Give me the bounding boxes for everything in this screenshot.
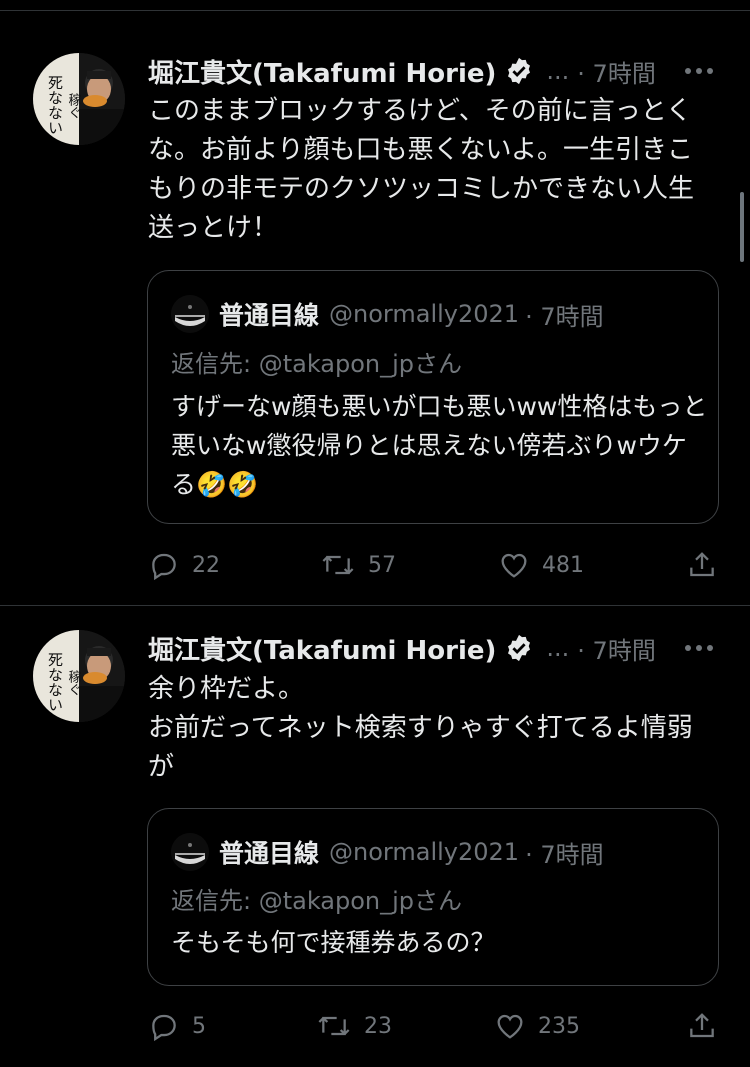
tweet-time[interactable]: · 7時間 bbox=[577, 54, 656, 89]
tweet-header: 堀江貴文(Takafumi Horie) ... · 7時間 bbox=[148, 53, 656, 89]
avatar[interactable]: 死なない 稼ぐ bbox=[33, 630, 125, 722]
quoted-tweet[interactable]: 普通目線 @normally2021 · 7時間 返信先: @takapon_j… bbox=[147, 270, 719, 524]
quote-time: · 7時間 bbox=[525, 840, 604, 869]
like-button[interactable]: 235 bbox=[494, 1006, 580, 1046]
heart-icon bbox=[497, 1014, 523, 1039]
reply-button[interactable]: 5 bbox=[148, 1006, 206, 1046]
quote-avatar[interactable] bbox=[171, 295, 209, 333]
reply-icon bbox=[152, 553, 176, 581]
handle-ellipsis: ... bbox=[546, 57, 570, 85]
reply-icon bbox=[152, 1014, 176, 1042]
quote-avatar-image bbox=[171, 295, 209, 333]
reply-count: 5 bbox=[192, 1013, 206, 1039]
like-button[interactable]: 481 bbox=[498, 545, 584, 585]
retweet-icon bbox=[318, 1016, 350, 1036]
retweet-count: 23 bbox=[364, 1013, 392, 1039]
quote-text: そもそも何で接種券あるの？ bbox=[171, 928, 496, 957]
more-options-icon[interactable] bbox=[684, 643, 714, 653]
reply-button[interactable]: 22 bbox=[148, 545, 220, 585]
svg-text:死なない: 死なない bbox=[46, 652, 64, 712]
svg-text:稼ぐ: 稼ぐ bbox=[66, 93, 82, 119]
quote-reply-to: 返信先: @takapon_jpさん bbox=[171, 350, 463, 378]
like-count: 235 bbox=[538, 1013, 580, 1039]
quote-handle: @normally2021 bbox=[329, 300, 520, 328]
tweet-actions: 5 23 235 bbox=[0, 1006, 750, 1046]
quote-avatar-image bbox=[171, 833, 209, 871]
quote-handle: @normally2021 bbox=[329, 838, 520, 866]
scrollbar[interactable] bbox=[740, 192, 744, 262]
share-icon bbox=[690, 1013, 714, 1038]
quote-author-name: 普通目線 bbox=[219, 301, 320, 330]
quoted-tweet[interactable]: 普通目線 @normally2021 · 7時間 返信先: @takapon_j… bbox=[147, 808, 719, 986]
share-icon bbox=[690, 552, 714, 577]
quote-header: 普通目線 @normally2021 · 7時間 bbox=[171, 833, 604, 871]
avatar-image: 死なない 稼ぐ bbox=[33, 53, 125, 145]
quote-text: すげーなw顔も悪いが口も悪いww性格はもっと悪いなw懲役帰りとは思えない傍若ぶり… bbox=[171, 392, 708, 499]
top-divider bbox=[0, 10, 750, 11]
handle-ellipsis: ... bbox=[546, 634, 570, 662]
share-button[interactable] bbox=[686, 1006, 718, 1046]
svg-text:死なない: 死なない bbox=[46, 75, 64, 135]
like-count: 481 bbox=[542, 552, 584, 578]
quote-author-name: 普通目線 bbox=[219, 839, 320, 868]
author-name[interactable]: 堀江貴文(Takafumi Horie) bbox=[148, 630, 496, 667]
tweet-header: 堀江貴文(Takafumi Horie) ... · 7時間 bbox=[148, 630, 656, 666]
verified-badge-icon bbox=[508, 57, 531, 85]
avatar-image: 死なない 稼ぐ bbox=[33, 630, 125, 722]
quote-header: 普通目線 @normally2021 · 7時間 bbox=[171, 295, 604, 333]
tweet-time[interactable]: · 7時間 bbox=[577, 631, 656, 666]
reply-count: 22 bbox=[192, 552, 220, 578]
tweet-text: このままブロックするけど、その前に言っとくな。お前より顔も口も悪くないよ。一生引… bbox=[148, 96, 695, 243]
share-button[interactable] bbox=[686, 545, 718, 585]
retweet-icon bbox=[322, 555, 354, 575]
svg-text:稼ぐ: 稼ぐ bbox=[66, 670, 82, 696]
tweet-text: 余り枠だよ。 お前だってネット検索すりゃすぐ打てるよ情弱が bbox=[148, 674, 693, 782]
more-options-icon[interactable] bbox=[684, 66, 714, 76]
retweet-button[interactable]: 57 bbox=[320, 545, 396, 585]
avatar[interactable]: 死なない 稼ぐ bbox=[33, 53, 125, 145]
verified-badge-icon bbox=[508, 634, 531, 662]
retweet-count: 57 bbox=[368, 552, 396, 578]
retweet-button[interactable]: 23 bbox=[316, 1006, 392, 1046]
tweet-divider bbox=[0, 605, 750, 606]
author-name[interactable]: 堀江貴文(Takafumi Horie) bbox=[148, 53, 496, 90]
quote-time: · 7時間 bbox=[525, 302, 604, 331]
quote-reply-to: 返信先: @takapon_jpさん bbox=[171, 887, 463, 915]
tweet-actions: 22 57 481 bbox=[0, 545, 750, 585]
heart-icon bbox=[501, 553, 527, 578]
quote-avatar[interactable] bbox=[171, 833, 209, 871]
